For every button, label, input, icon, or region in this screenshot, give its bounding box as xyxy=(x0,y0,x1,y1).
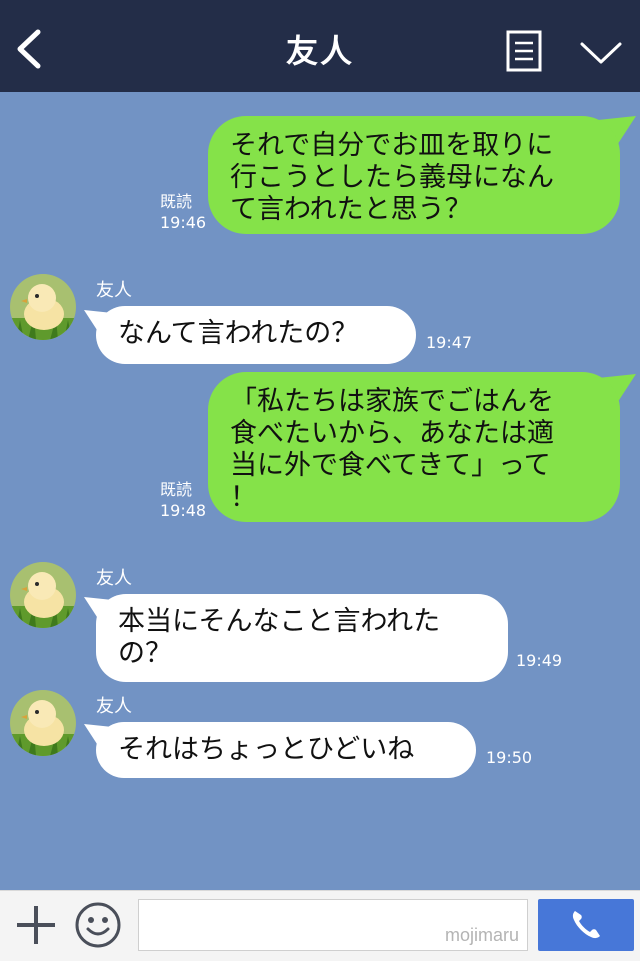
chat-title: 友人 xyxy=(285,32,354,70)
read-receipt: 既読 xyxy=(160,480,193,499)
message-line: て言われたと思う？ xyxy=(230,194,472,225)
menu-button[interactable] xyxy=(506,30,542,72)
collapse-button[interactable] xyxy=(578,38,624,66)
message-line: 行こうとしたら義母になん xyxy=(230,162,554,193)
smiley-icon xyxy=(75,902,121,948)
watermark: mojimaru xyxy=(444,925,519,945)
emoji-button[interactable] xyxy=(74,901,122,949)
input-bar: mojimaru xyxy=(0,890,640,961)
message-input[interactable]: mojimaru xyxy=(138,899,528,951)
message-line: の？ xyxy=(118,638,172,669)
chick-avatar-icon xyxy=(10,562,76,628)
message-bubble-outgoing[interactable]: 「私たちは家族でごはんを 食べたいから、あなたは適 当に外で食べてきて」って ！ xyxy=(208,372,620,522)
read-receipt: 既読 xyxy=(160,192,193,211)
message-line: それはちょっとひどいね xyxy=(118,734,415,765)
sender-name: 友人 xyxy=(96,568,132,589)
message-line: なんて言われたの？ xyxy=(118,318,359,349)
message-list[interactable]: それで自分でお皿を取りに 行こうとしたら義母になん て言われたと思う？ 既読 1… xyxy=(0,92,640,890)
chick-avatar-icon xyxy=(10,274,76,340)
chevron-down-icon xyxy=(580,42,622,64)
phone-icon xyxy=(572,911,600,939)
message-time: 19:50 xyxy=(486,748,533,767)
message-time: 19:47 xyxy=(426,333,473,352)
message-line: 食べたいから、あなたは適 xyxy=(230,418,554,449)
call-button[interactable] xyxy=(538,899,634,951)
sender-name: 友人 xyxy=(96,696,132,717)
message-bubble-outgoing[interactable]: それで自分でお皿を取りに 行こうとしたら義母になん て言われたと思う？ xyxy=(208,116,620,234)
message-line: 「私たちは家族でごはんを xyxy=(230,386,554,417)
message-line: 本当にそんなこと言われた xyxy=(118,606,441,637)
message-line: 当に外で食べてきて」って xyxy=(230,450,551,481)
avatar[interactable] xyxy=(10,690,76,756)
plus-icon xyxy=(17,906,55,944)
message-time: 19:49 xyxy=(516,651,563,670)
message-bubble-incoming[interactable]: 本当にそんなこと言われた の？ xyxy=(96,594,508,682)
message-time: 19:46 xyxy=(160,213,207,232)
message-line: それで自分でお皿を取りに xyxy=(230,130,554,161)
message-bubble-incoming[interactable]: なんて言われたの？ xyxy=(96,306,416,364)
chat-header: 友人 xyxy=(0,0,640,92)
message-bubble-incoming[interactable]: それはちょっとひどいね xyxy=(96,722,476,778)
message-time: 19:48 xyxy=(160,501,207,520)
sender-name: 友人 xyxy=(96,280,132,301)
avatar[interactable] xyxy=(10,274,76,340)
chick-avatar-icon xyxy=(10,690,76,756)
add-button[interactable] xyxy=(14,903,58,947)
message-line: ！ xyxy=(230,482,257,513)
list-icon xyxy=(506,30,542,72)
avatar[interactable] xyxy=(10,562,76,628)
